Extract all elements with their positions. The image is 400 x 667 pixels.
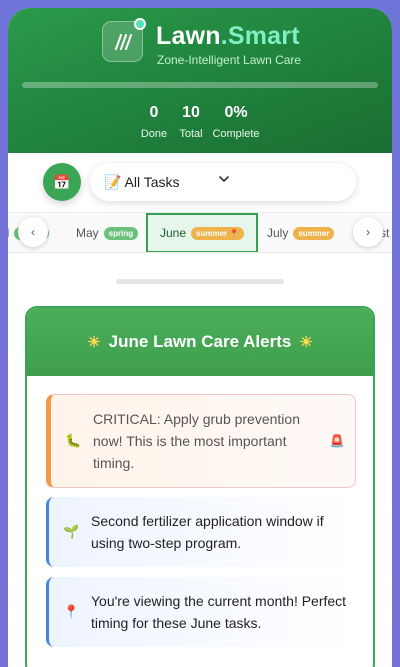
app-frame: Lawn.Smart Zone-Intelligent Lawn Care 0 … (8, 8, 392, 667)
task-filter-label: 📝 All Tasks (104, 173, 180, 190)
grass-icon (114, 33, 132, 50)
stat-total: 10 Total (179, 104, 203, 140)
calendar-button[interactable]: 📅 (43, 163, 81, 201)
progress-bar (22, 82, 378, 88)
prev-month-button[interactable]: ‹ (18, 217, 48, 247)
chevron-right-icon: › (366, 225, 370, 239)
alerts-card: ☀ June Lawn Care Alerts ☀ 🐛 CRITICAL: Ap… (25, 306, 375, 667)
month-tabs: il spring May spring June summer 📍 July … (8, 213, 392, 253)
seedling-icon: 🌱 (63, 524, 80, 539)
calendar-icon: 📅 (53, 173, 71, 190)
alerts-header: ☀ June Lawn Care Alerts ☀ (27, 308, 373, 376)
alert-item: 🌱 Second fertilizer application window i… (46, 497, 356, 567)
sun-icon: ☀ (299, 334, 313, 351)
alarm-icon: 🚨 (329, 434, 345, 448)
scroll-indicator (116, 279, 284, 284)
alert-text: CRITICAL: Apply grub prevention now! Thi… (93, 411, 300, 471)
filter-bar: 📅 📝 All Tasks (8, 153, 392, 213)
pin-icon: 📍 (63, 604, 80, 619)
app-tagline: Zone-Intelligent Lawn Care (157, 53, 302, 67)
chevron-down-icon (219, 176, 229, 183)
bug-icon: 🐛 (65, 433, 82, 448)
alert-text: Second fertilizer application window if … (91, 513, 324, 551)
tab-july[interactable]: July summer (267, 213, 335, 252)
stat-complete: 0% Complete (212, 104, 260, 140)
next-month-button[interactable]: › (353, 217, 383, 247)
task-filter-select[interactable]: 📝 All Tasks (90, 163, 356, 201)
alerts-title: June Lawn Care Alerts (108, 332, 292, 351)
chevron-left-icon: ‹ (31, 225, 35, 239)
app-header: Lawn.Smart Zone-Intelligent Lawn Care 0 … (8, 8, 392, 153)
tab-june[interactable]: June summer 📍 (146, 213, 259, 252)
tab-may[interactable]: May spring (76, 213, 139, 252)
stat-done: 0 Done (140, 104, 168, 140)
alert-item: 🐛 CRITICAL: Apply grub prevention now! T… (46, 394, 356, 488)
app-title: Lawn.Smart (156, 22, 300, 50)
sun-icon: ☀ (87, 334, 101, 351)
status-dot-icon (134, 18, 146, 30)
alert-item: 📍 You're viewing the current month! Perf… (46, 577, 356, 647)
alert-text: You're viewing the current month! Perfec… (91, 593, 347, 631)
